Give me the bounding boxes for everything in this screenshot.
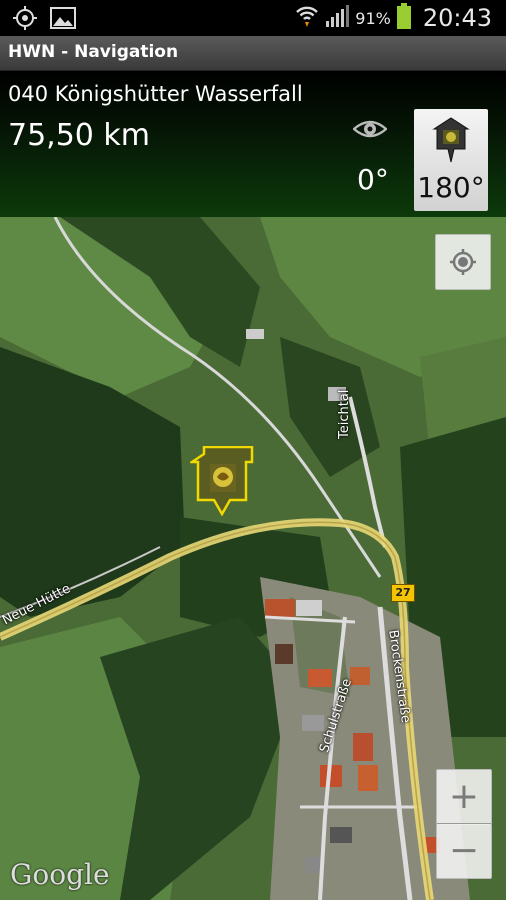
signal-icon — [325, 4, 350, 32]
plus-icon: + — [448, 776, 480, 817]
eye-icon — [352, 117, 388, 145]
my-location-button[interactable] — [435, 234, 491, 290]
zoom-in-button[interactable]: + — [436, 769, 492, 825]
minus-icon: − — [448, 830, 480, 871]
map-view[interactable]: Neue Hütte Teichtal Schulstraße Brockens… — [0, 217, 506, 900]
app-title: HWN - Navigation — [8, 42, 179, 62]
google-logo: Google — [10, 858, 110, 891]
distance-value: 75,50 km — [8, 118, 151, 153]
navigation-panel: 040 Königshütter Wasserfall 75,50 km 0° … — [0, 71, 506, 217]
crosshair-icon — [448, 247, 478, 281]
battery-icon — [396, 3, 411, 33]
stamp-hut-icon — [432, 117, 470, 167]
target-bearing: 180° — [417, 171, 485, 204]
street-label-teichtal: Teichtal — [337, 389, 352, 439]
satellite-imagery — [0, 217, 506, 900]
wifi-icon — [295, 3, 319, 33]
gallery-icon — [50, 5, 76, 35]
battery-percent: 91% — [355, 8, 391, 28]
heading-value: 0° — [357, 163, 389, 196]
app-title-bar: HWN - Navigation — [0, 36, 506, 71]
destination-name: 040 Königshütter Wasserfall — [8, 82, 303, 106]
road-number-shield: 27 — [391, 584, 415, 602]
zoom-out-button[interactable]: − — [436, 823, 492, 879]
clock: 20:43 — [422, 4, 492, 32]
status-bar: 91% 20:43 — [0, 0, 506, 36]
stamp-location-marker[interactable] — [187, 445, 254, 520]
target-direction-button[interactable]: 180° — [414, 109, 488, 211]
gps-icon — [12, 5, 38, 35]
